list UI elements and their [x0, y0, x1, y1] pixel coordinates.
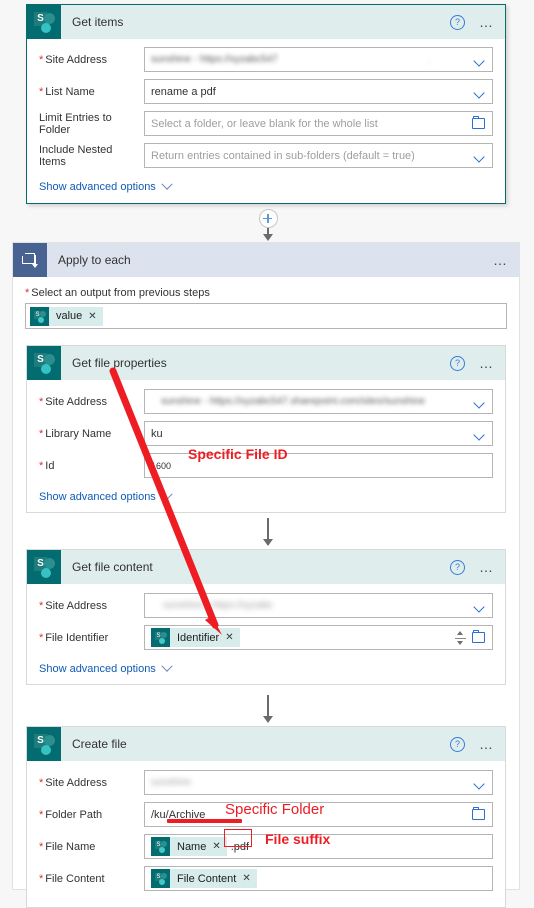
annotation-folder-underline — [167, 819, 242, 823]
annotation-file-suffix: File suffix — [265, 831, 331, 847]
annotation-specific-file-id: Specific File ID — [188, 446, 288, 462]
annotation-arrow — [109, 367, 222, 635]
annotation-specific-folder: Specific Folder — [225, 801, 325, 818]
annotation-suffix-box — [224, 829, 252, 847]
